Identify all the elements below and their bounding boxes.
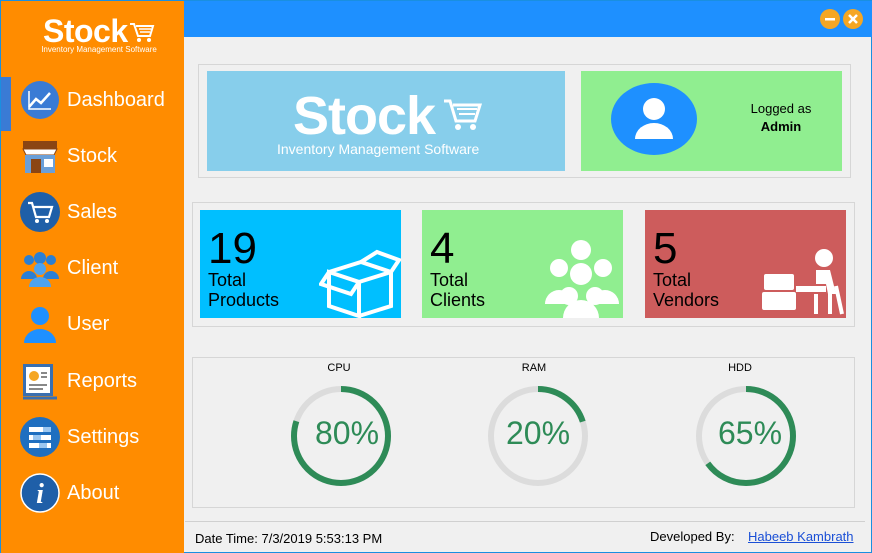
sidebar-item-label: Stock xyxy=(67,145,118,167)
settings-list-icon xyxy=(20,417,60,457)
close-icon xyxy=(848,14,858,24)
sidebar-item-settings[interactable]: Settings xyxy=(1,410,184,460)
sidebar-item-sales[interactable]: Sales xyxy=(1,185,184,235)
logo-card: Stock Inventory Management Software xyxy=(207,71,565,171)
report-board-icon xyxy=(23,364,57,400)
sidebar-item-dashboard[interactable]: Dashboard xyxy=(1,73,184,131)
title-bar xyxy=(184,1,872,37)
chart-line-icon xyxy=(21,81,59,119)
stat-value: 5 xyxy=(653,224,678,273)
developer-link[interactable]: Habeeb Kambrath xyxy=(748,529,854,544)
sidebar-item-label: Settings xyxy=(67,426,140,448)
datetime-value: 7/3/2019 5:53:13 PM xyxy=(261,531,383,546)
brand-logo: Stock Inventory Management Software xyxy=(1,7,184,59)
stat-card-clients[interactable]: 4 Total Clients xyxy=(422,210,623,318)
vendor-icon xyxy=(762,249,844,315)
sidebar-item-label: User xyxy=(67,313,110,335)
stat-label-line2: Vendors xyxy=(653,290,720,310)
logged-as-label: Logged as xyxy=(750,101,812,116)
status-bar: Date Time: 7/3/2019 5:53:13 PM Developed… xyxy=(185,521,865,551)
close-button[interactable] xyxy=(843,9,863,29)
brand-tagline: Inventory Management Software xyxy=(41,45,157,54)
sidebar-item-label: Client xyxy=(67,257,119,279)
store-icon xyxy=(22,141,58,173)
sidebar-item-label: Sales xyxy=(67,201,118,223)
datetime: Date Time: 7/3/2019 5:53:13 PM xyxy=(195,531,382,546)
datetime-label: Date Time: xyxy=(195,531,258,546)
sidebar-item-about[interactable]: i About xyxy=(1,466,184,516)
info-icon: i xyxy=(20,473,60,513)
stat-label-line1: Total xyxy=(430,270,469,290)
svg-text:i: i xyxy=(36,479,44,510)
minimize-button[interactable] xyxy=(820,9,840,29)
developer-label: Developed By: xyxy=(650,529,735,544)
sidebar-item-label: Dashboard xyxy=(67,89,165,111)
stat-label: Total Vendors xyxy=(653,270,719,310)
stat-label: Total Clients xyxy=(430,270,485,310)
sidebar-item-stock[interactable]: Stock xyxy=(1,129,184,179)
logo-cart-icon xyxy=(444,99,483,130)
ram-gauge-value: 20% xyxy=(505,415,571,451)
stat-label: Total Products xyxy=(208,270,279,310)
sidebar-item-client[interactable]: Client xyxy=(1,241,184,291)
stat-value: 4 xyxy=(430,224,455,273)
sidebar-item-user[interactable]: User xyxy=(1,297,184,347)
app-window: Stock Inventory Management Software Dash… xyxy=(0,0,872,553)
user-icon xyxy=(635,98,673,139)
sidebar-item-reports[interactable]: Reports xyxy=(1,354,184,404)
user-name: Admin xyxy=(760,119,802,134)
stat-label-line1: Total xyxy=(653,270,692,290)
sidebar-item-label: Reports xyxy=(67,370,138,392)
sidebar: Stock Inventory Management Software Dash… xyxy=(1,1,184,553)
logo-name: Stock xyxy=(293,86,436,146)
group-icon xyxy=(545,240,619,318)
stat-label-line2: Products xyxy=(208,290,280,310)
stat-value: 19 xyxy=(208,224,257,273)
stat-card-products[interactable]: 19 Total Products xyxy=(200,210,401,318)
sidebar-item-label: About xyxy=(67,482,120,504)
avatar xyxy=(611,83,697,155)
hdd-gauge-value: 65% xyxy=(717,415,783,451)
brand-cart-icon xyxy=(130,23,155,42)
group-icon xyxy=(21,252,59,287)
user-icon xyxy=(24,307,56,343)
cpu-gauge-value: 80% xyxy=(314,415,380,451)
user-card: Logged as Admin xyxy=(581,71,842,171)
cart-icon xyxy=(20,192,60,232)
minimize-icon xyxy=(825,18,835,21)
logo-tagline: Inventory Management Software xyxy=(277,141,480,157)
box-icon xyxy=(319,249,401,318)
stat-label-line1: Total xyxy=(208,270,247,290)
stat-card-vendors[interactable]: 5 Total Vendors xyxy=(645,210,846,318)
stat-label-line2: Clients xyxy=(430,290,486,310)
